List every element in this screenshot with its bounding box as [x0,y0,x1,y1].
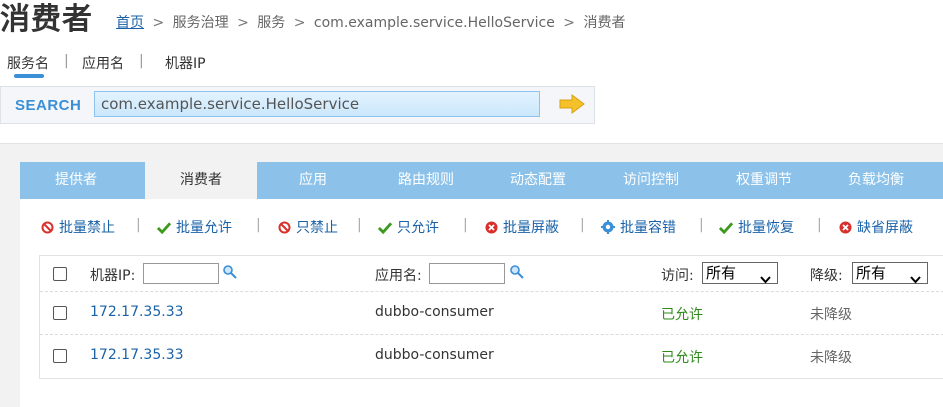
consumer-table: 机器IP: 应用名: 访问: 所有 降级: 所有 172.17.35.33 du… [39,255,943,379]
batch-fault-tolerance-button[interactable]: 批量容错 [601,217,676,237]
search-tab-machine-ip[interactable]: 机器IP [165,53,206,73]
table-row: 172.17.35.33 dubbo-consumer 已允许 未降级 [40,335,943,378]
main-panel: 提供者 消费者 应用 路由规则 动态配置 访问控制 权重调节 负载均衡 批量禁止… [0,143,943,407]
consumer-app: dubbo-consumer [375,304,494,320]
table-row: 172.17.35.33 dubbo-consumer 已允许 未降级 [40,292,943,335]
only-forbid-button[interactable]: 只禁止 [277,217,338,237]
tab-load-balance[interactable]: 负载均衡 [820,162,932,199]
tab-applications[interactable]: 应用 [257,162,369,199]
search-input[interactable] [94,91,540,117]
app-filter-label: 应用名: [375,268,422,284]
app-filter-input[interactable] [429,263,505,284]
tab-weight-adjust[interactable]: 权重调节 [708,162,820,199]
breadcrumb-separator: > [237,15,249,31]
default-block-label: 缺省屏蔽 [857,220,913,236]
batch-forbid-label: 批量禁止 [59,220,115,236]
chevron-down-icon [760,269,771,289]
block-icon [484,220,498,234]
tab-consumers[interactable]: 消费者 [145,162,257,199]
only-allow-button[interactable]: 只允许 [378,217,439,237]
tab-providers[interactable]: 提供者 [20,162,132,199]
batch-restore-label: 批量恢复 [738,220,794,236]
access-status: 已允许 [661,350,703,366]
access-status: 已允许 [661,307,703,323]
breadcrumb-separator: > [563,15,575,31]
tab-dynamic-config[interactable]: 动态配置 [482,162,594,199]
action-separator: | [580,217,585,233]
active-search-tab-indicator [14,74,44,78]
page-title: 消费者 [0,2,93,37]
tab-bar: 提供者 消费者 应用 路由规则 动态配置 访问控制 权重调节 负载均衡 [20,162,943,199]
consumer-ip-link[interactable]: 172.17.35.33 [90,347,184,363]
action-separator: | [699,217,704,233]
breadcrumb-separator: > [293,15,306,31]
batch-block-button[interactable]: 批量屏蔽 [484,217,559,237]
ip-filter-input[interactable] [143,263,219,284]
access-filter-value: 所有 [706,264,737,282]
forbid-icon [277,220,291,234]
chevron-down-icon [910,269,921,289]
degrade-status: 未降级 [810,350,852,366]
degrade-filter-label: 降级: [810,268,843,284]
search-icon[interactable] [509,264,525,280]
search-tab-service-name[interactable]: 服务名 [7,53,49,73]
batch-restore-button[interactable]: 批量恢复 [719,217,794,237]
tab-access-control[interactable]: 访问控制 [595,162,707,199]
batch-forbid-button[interactable]: 批量禁止 [40,217,115,237]
batch-block-label: 批量屏蔽 [503,220,559,236]
row-checkbox[interactable] [53,349,67,363]
search-tab-divider: | [64,53,69,69]
degrade-status: 未降级 [810,307,852,323]
block-icon [838,220,852,234]
consumer-ip-link[interactable]: 172.17.35.33 [90,304,184,320]
search-label: SEARCH [15,97,82,114]
table-header: 机器IP: 应用名: 访问: 所有 降级: 所有 [40,256,943,292]
access-filter-select[interactable]: 所有 [702,262,778,284]
breadcrumb-item: com.example.service.HelloService [313,15,555,31]
degrade-filter-value: 所有 [856,264,887,282]
consumer-content: 批量禁止 | 批量允许 | 只禁止 | 只允许 | 批量屏蔽 | 批量容错 | … [20,199,943,407]
action-separator: | [817,217,822,233]
search-tab-divider: | [139,53,144,69]
search-tab-app-name[interactable]: 应用名 [82,53,124,73]
tab-routing-rules[interactable]: 路由规则 [370,162,482,199]
select-all-checkbox[interactable] [53,267,67,281]
breadcrumb-item: 服务 [257,15,286,31]
consumer-app: dubbo-consumer [375,347,494,363]
degrade-filter-select[interactable]: 所有 [852,262,928,284]
search-box: SEARCH [0,86,595,124]
batch-fault-tolerance-label: 批量容错 [620,220,676,236]
batch-allow-button[interactable]: 批量允许 [157,217,232,237]
gear-icon [601,220,615,234]
action-separator: | [463,217,468,233]
forbid-icon [40,220,54,234]
access-filter-label: 访问: [661,268,694,284]
default-block-button[interactable]: 缺省屏蔽 [838,217,913,237]
batch-allow-label: 批量允许 [176,220,232,236]
check-icon [378,220,392,234]
check-icon [719,220,733,234]
only-forbid-label: 只禁止 [296,220,338,236]
breadcrumb-separator: > [152,15,165,31]
arrow-right-icon[interactable] [558,93,586,115]
breadcrumb-home-link[interactable]: 首页 [116,15,144,31]
only-allow-label: 只允许 [397,220,439,236]
ip-filter-label: 机器IP: [90,268,136,284]
check-icon [157,220,171,234]
breadcrumb-item: 消费者 [583,15,626,31]
breadcrumb-item: 服务治理 [172,15,229,31]
action-separator: | [136,217,141,233]
row-checkbox[interactable] [53,306,67,320]
action-separator: | [256,217,261,233]
action-separator: | [357,217,362,233]
breadcrumb: 首页 > 服务治理 > 服务 > com.example.service.Hel… [116,12,625,32]
search-icon[interactable] [222,264,238,280]
